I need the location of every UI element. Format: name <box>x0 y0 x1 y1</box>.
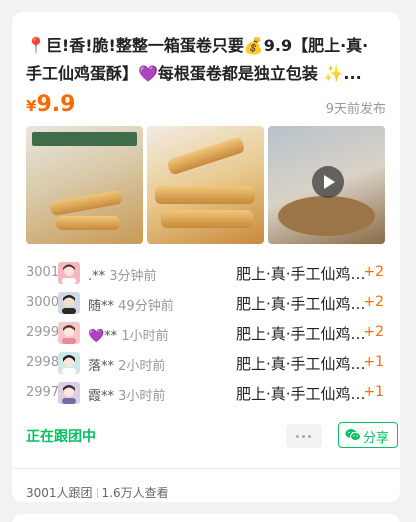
photo-banner <box>32 132 137 146</box>
order-record[interactable]: 2998 落** 2小时前 肥上·真·手工仙鸡蛋酥 +1 <box>26 350 386 380</box>
price-symbol: ¥ <box>26 97 37 115</box>
record-qty: +2 <box>363 324 384 340</box>
more-dot <box>302 435 305 438</box>
record-seq: 2999 <box>26 325 60 340</box>
order-record[interactable]: 2999 💜** 1小时前 肥上·真·手工仙鸡蛋酥 +2 <box>26 320 386 350</box>
image-gallery <box>26 126 386 244</box>
avatar <box>58 262 80 284</box>
record-seq: 2997 <box>26 385 60 400</box>
record-seq: 3000 <box>26 295 60 310</box>
order-record[interactable]: 3001 .** 3分钟前 肥上·真·手工仙鸡蛋酥 +2 <box>26 260 386 290</box>
more-button[interactable] <box>286 424 322 448</box>
wechat-icon <box>345 428 361 446</box>
following-status[interactable]: 正在跟团中 <box>26 426 96 446</box>
record-username: .** <box>88 269 106 284</box>
record-username: 💜** <box>88 329 118 344</box>
share-label: 分享 <box>363 431 390 446</box>
egg-roll-shape <box>155 186 255 204</box>
order-records: 3001 .** 3分钟前 肥上·真·手工仙鸡蛋酥 +2 3000 随** 49… <box>26 260 386 410</box>
joined-count: 3001人跟团 <box>26 486 93 500</box>
record-user: .** 3分钟前 <box>88 265 157 284</box>
order-record[interactable]: 3000 随** 49分钟前 肥上·真·手工仙鸡蛋酥 +2 <box>26 290 386 320</box>
avatar <box>58 292 80 314</box>
egg-roll-shape <box>166 136 246 176</box>
record-time: 3分钟前 <box>109 269 157 284</box>
record-product: 肥上·真·手工仙鸡蛋酥 <box>236 325 368 343</box>
record-qty: +2 <box>363 294 384 310</box>
record-username: 随** <box>88 299 115 314</box>
post-time: 9天前发布 <box>325 102 386 117</box>
post-title[interactable]: 📍巨!香!脆!整整一箱蛋卷只要💰9.9【肥上·真·手工仙鸡蛋酥】💜每根蛋卷都是独… <box>26 32 384 88</box>
record-user: 霞** 3小时前 <box>88 385 165 404</box>
stats-separator <box>96 488 98 498</box>
view-count: 1.6万人查看 <box>101 486 169 500</box>
record-time: 3小时前 <box>118 389 166 404</box>
record-username: 霞** <box>88 389 115 404</box>
record-time: 1小时前 <box>121 329 169 344</box>
action-row: 正在跟团中 分享 <box>26 422 398 450</box>
record-user: 落** 2小时前 <box>88 355 165 374</box>
record-product: 肥上·真·手工仙鸡蛋酥 <box>236 385 368 403</box>
stats-bar: 3001人跟团 1.6万人查看 <box>26 484 169 501</box>
more-dot <box>308 435 311 438</box>
more-dot <box>296 435 299 438</box>
order-record[interactable]: 2997 霞** 3小时前 肥上·真·手工仙鸡蛋酥 +1 <box>26 380 386 410</box>
avatar <box>58 382 80 404</box>
product-photo-1[interactable] <box>26 126 143 244</box>
record-time: 2小时前 <box>118 359 166 374</box>
avatar <box>58 322 80 344</box>
egg-roll-shape <box>56 216 120 230</box>
group-buy-card[interactable]: 📍巨!香!脆!整整一箱蛋卷只要💰9.9【肥上·真·手工仙鸡蛋酥】💜每根蛋卷都是独… <box>12 12 400 502</box>
record-user: 💜** 1小时前 <box>88 325 169 344</box>
record-seq: 3001 <box>26 265 60 280</box>
price: ¥9.9 <box>26 92 75 117</box>
record-product: 肥上·真·手工仙鸡蛋酥 <box>236 265 368 283</box>
share-button[interactable]: 分享 <box>338 422 398 448</box>
record-time: 49分钟前 <box>118 299 174 314</box>
record-qty: +1 <box>363 384 384 400</box>
record-seq: 2998 <box>26 355 60 370</box>
play-icon[interactable] <box>312 166 344 198</box>
record-qty: +1 <box>363 354 384 370</box>
egg-roll-shape <box>161 210 253 228</box>
product-photo-2[interactable] <box>147 126 264 244</box>
basket-shape <box>278 196 375 236</box>
egg-roll-shape <box>49 189 123 217</box>
record-product: 肥上·真·手工仙鸡蛋酥 <box>236 355 368 373</box>
record-username: 落** <box>88 359 115 374</box>
price-row: ¥9.9 9天前发布 <box>26 92 386 122</box>
product-video-3[interactable] <box>268 126 385 244</box>
divider <box>12 468 400 469</box>
next-card <box>12 514 400 522</box>
record-qty: +2 <box>363 264 384 280</box>
record-user: 随** 49分钟前 <box>88 295 174 314</box>
avatar <box>58 352 80 374</box>
record-product: 肥上·真·手工仙鸡蛋酥 <box>236 295 368 313</box>
price-value: 9.9 <box>36 92 76 117</box>
